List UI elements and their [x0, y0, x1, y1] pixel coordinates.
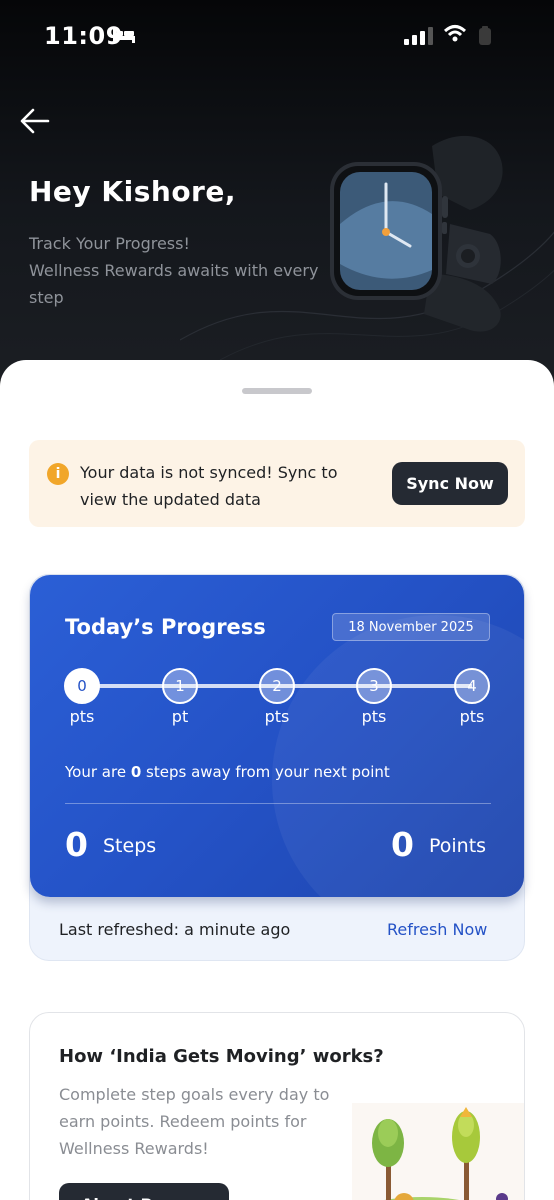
- info-icon: i: [47, 463, 69, 485]
- greeting-title: Hey Kishore,: [29, 175, 236, 208]
- subtitle-line: step: [29, 288, 64, 307]
- battery-icon: [479, 26, 491, 45]
- about-program-button[interactable]: About Program: [59, 1183, 229, 1200]
- how-it-works-description: Complete step goals every day to earn po…: [59, 1085, 330, 1158]
- content-sheet: i Your data is not synced! Sync to view …: [0, 360, 554, 1200]
- sync-now-button[interactable]: Sync Now: [392, 462, 508, 505]
- milestone-dot: 2: [259, 668, 295, 704]
- wifi-icon: [443, 25, 467, 42]
- status-bar: 11:09: [0, 0, 554, 70]
- refresh-now-link[interactable]: Refresh Now: [387, 920, 487, 939]
- points-label: Points: [429, 835, 487, 857]
- milestone-dot: 1: [162, 668, 198, 704]
- header-banner: 11:09 Hey Kishore, Track Your Progress! …: [0, 0, 554, 380]
- drag-handle[interactable]: [242, 388, 312, 394]
- sync-banner: i Your data is not synced! Sync to view …: [29, 440, 525, 527]
- todays-progress-card: Today’s Progress 18 November 2025 0 1 2 …: [30, 575, 524, 897]
- milestone-dot: 4: [454, 668, 490, 704]
- milestone-label: pts: [361, 707, 387, 726]
- subtitle-line: Track Your Progress!: [29, 234, 190, 253]
- steps-value: 0: [65, 825, 88, 864]
- milestone-dot: 0: [64, 668, 100, 704]
- subtitle-line: Wellness Rewards awaits with every: [29, 261, 319, 280]
- note-suffix: steps away from your next point: [141, 763, 390, 781]
- card-divider: [65, 803, 491, 804]
- last-refreshed-text: Last refreshed: a minute ago: [59, 920, 291, 939]
- progress-card-container: Today’s Progress 18 November 2025 0 1 2 …: [29, 574, 525, 961]
- progress-title: Today’s Progress: [65, 615, 266, 639]
- how-it-works-title: How ‘India Gets Moving’ works?: [59, 1046, 384, 1067]
- milestone-label: pts: [459, 707, 485, 726]
- milestone-label: pts: [69, 707, 95, 726]
- date-badge: 18 November 2025: [332, 613, 490, 641]
- header-subtitle: Track Your Progress! Wellness Rewards aw…: [29, 230, 349, 311]
- smartwatch-illustration: [330, 135, 503, 332]
- how-it-works-card: How ‘India Gets Moving’ works? Complete …: [29, 1012, 525, 1200]
- sync-message: Your data is not synced! Sync to view th…: [80, 463, 338, 509]
- milestone-label: pts: [264, 707, 290, 726]
- milestone-dot: 3: [356, 668, 392, 704]
- signal-icon: [404, 27, 433, 45]
- note-prefix: Your are: [65, 763, 131, 781]
- next-point-note: Your are 0 steps away from your next poi…: [65, 763, 390, 781]
- bed-icon: [113, 29, 135, 43]
- milestone-label: pt: [171, 707, 189, 726]
- back-arrow-icon[interactable]: [18, 104, 52, 138]
- note-steps: 0: [130, 763, 142, 781]
- park-illustration: [352, 1103, 524, 1200]
- steps-label: Steps: [103, 835, 157, 857]
- points-value: 0: [391, 825, 414, 864]
